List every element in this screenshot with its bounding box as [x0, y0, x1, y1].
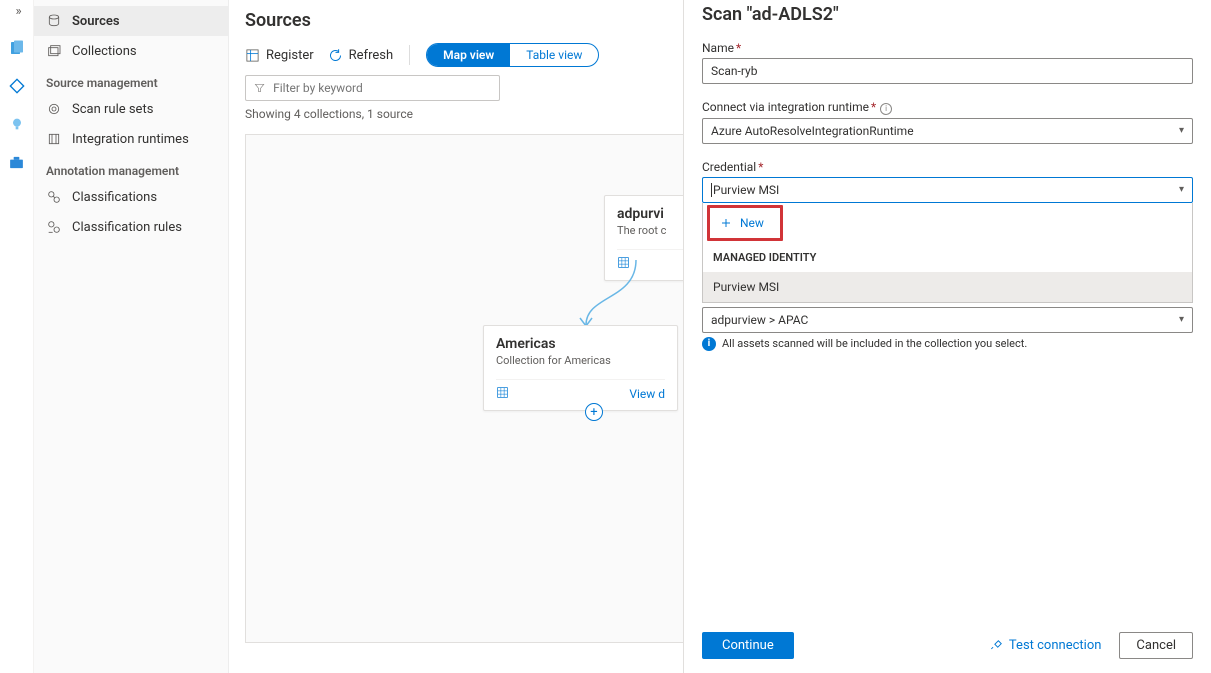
- credential-dropdown: New MANAGED IDENTITY Purview MSI: [702, 203, 1193, 303]
- refresh-button[interactable]: Refresh: [328, 48, 393, 63]
- register-icon: [245, 48, 260, 63]
- side-navigation: Sources Collections Source management Sc…: [34, 0, 229, 673]
- classifications-icon: [46, 189, 62, 205]
- map-view-toggle[interactable]: Map view: [427, 44, 510, 66]
- collections-icon: [46, 43, 62, 59]
- test-connection-link[interactable]: Test connection: [989, 638, 1102, 653]
- sidenav-item-integration-runtimes[interactable]: Integration runtimes: [34, 124, 228, 154]
- view-details-link[interactable]: View d: [629, 387, 665, 401]
- card-subtitle: Collection for Americas: [496, 354, 665, 367]
- refresh-icon: [328, 48, 343, 63]
- scan-rules-icon: [46, 101, 62, 117]
- add-child-collection-button[interactable]: +: [585, 403, 603, 421]
- sidenav-item-scan-rule-sets[interactable]: Scan rule sets: [34, 94, 228, 124]
- chevron-down-icon: ▾: [1179, 184, 1184, 195]
- table-view-toggle[interactable]: Table view: [510, 44, 598, 66]
- rail-icon-toolbox[interactable]: [8, 153, 26, 171]
- filter-input[interactable]: [271, 80, 491, 96]
- credential-select[interactable]: Purview MSI ▾: [702, 177, 1193, 203]
- integration-runtimes-icon: [46, 131, 62, 147]
- collection-select[interactable]: adpurview > APAC ▾: [702, 307, 1193, 333]
- sidenav-section-annotation-mgmt: Annotation management: [34, 154, 228, 182]
- sidenav-label: Classifications: [72, 190, 157, 205]
- classification-rules-icon: [46, 219, 62, 235]
- sidenav-label: Classification rules: [72, 220, 182, 235]
- register-button[interactable]: Register: [245, 48, 314, 63]
- icon-rail: »: [0, 0, 34, 673]
- rail-icon-bulb[interactable]: [8, 115, 26, 133]
- sidenav-section-source-mgmt: Source management: [34, 66, 228, 94]
- blade-footer: Continue Test connection Cancel: [702, 622, 1193, 659]
- field-credential: Credential* Purview MSI ▾ New MANAGED ID…: [702, 158, 1193, 303]
- rail-icon-sources[interactable]: [8, 39, 26, 57]
- grid-icon[interactable]: [617, 256, 630, 272]
- plug-icon: [989, 639, 1003, 653]
- field-runtime: Connect via integration runtime*i Azure …: [702, 98, 1193, 144]
- info-icon: i: [702, 337, 716, 351]
- plus-icon: [720, 217, 732, 229]
- name-input[interactable]: [702, 58, 1193, 84]
- sidenav-item-classification-rules[interactable]: Classification rules: [34, 212, 228, 242]
- filter-input-wrap[interactable]: [245, 75, 500, 101]
- continue-button[interactable]: Continue: [702, 632, 794, 659]
- toolbar-divider: [409, 45, 410, 65]
- new-credential-button[interactable]: New: [710, 208, 780, 238]
- cancel-button[interactable]: Cancel: [1119, 632, 1193, 659]
- chevron-down-icon: ▾: [1179, 125, 1184, 136]
- scan-blade: Scan "ad-ADLS2" Name* Connect via integr…: [683, 0, 1211, 673]
- new-credential-highlight: New: [707, 205, 783, 241]
- card-title: Americas: [496, 336, 665, 352]
- field-collection: Select a collection adpurview > APAC ▾ i…: [702, 307, 1193, 351]
- info-icon[interactable]: i: [880, 103, 892, 115]
- credential-option-purview-msi[interactable]: Purview MSI: [703, 272, 1192, 302]
- sidenav-label: Scan rule sets: [72, 102, 153, 117]
- expand-rail-icon[interactable]: »: [15, 4, 17, 19]
- name-label: Name*: [702, 41, 1193, 55]
- credential-label: Credential*: [702, 160, 1193, 174]
- blade-title: Scan "ad-ADLS2": [702, 4, 1193, 25]
- rail-icon-map[interactable]: [8, 77, 26, 95]
- chevron-down-icon: ▾: [1179, 314, 1184, 325]
- collection-card-americas[interactable]: Americas Collection for Americas View d: [483, 325, 678, 411]
- database-icon: [46, 13, 62, 29]
- card-footer: View d: [496, 379, 665, 402]
- credential-group-label: MANAGED IDENTITY: [703, 243, 1192, 272]
- field-name: Name*: [702, 39, 1193, 84]
- collection-info: i All assets scanned will be included in…: [702, 337, 1193, 351]
- sidenav-label: Collections: [72, 44, 137, 59]
- runtime-label: Connect via integration runtime*i: [702, 100, 1193, 115]
- sidenav-item-collections[interactable]: Collections: [34, 36, 228, 66]
- grid-icon[interactable]: [496, 386, 509, 402]
- sidenav-item-classifications[interactable]: Classifications: [34, 182, 228, 212]
- sidenav-label: Sources: [72, 14, 120, 29]
- filter-icon: [254, 82, 265, 94]
- sidenav-item-sources[interactable]: Sources: [34, 6, 228, 36]
- sidenav-label: Integration runtimes: [72, 132, 189, 147]
- runtime-select[interactable]: Azure AutoResolveIntegrationRuntime ▾: [702, 118, 1193, 144]
- view-toggle: Map view Table view: [426, 43, 599, 67]
